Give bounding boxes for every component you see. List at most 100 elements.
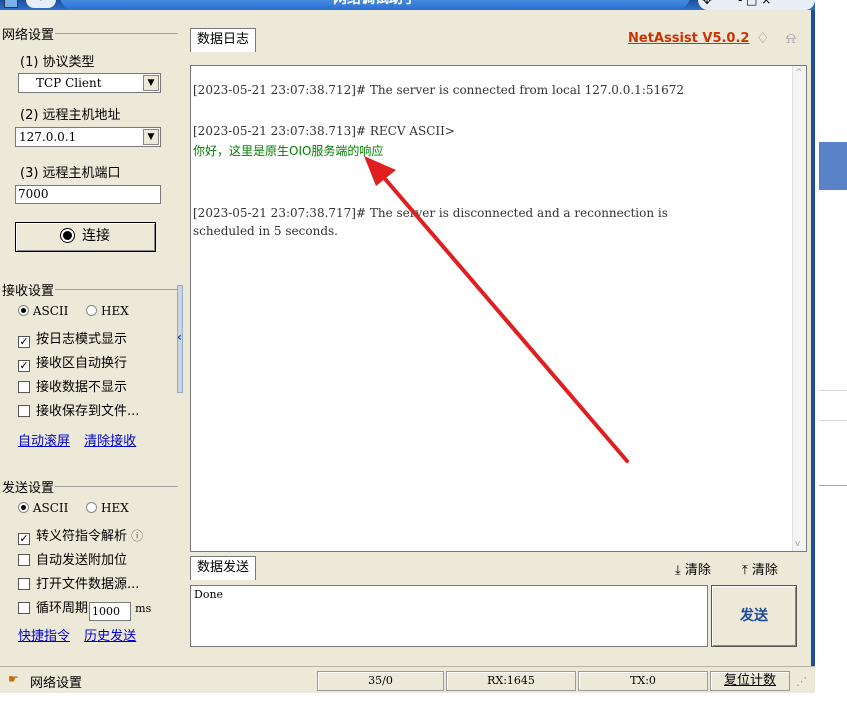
send-encoding-row: ASCII HEX bbox=[18, 501, 129, 515]
status-tx: TX:0 bbox=[578, 671, 708, 691]
title-bar[interactable]: ▾ 网络调试助手 ✥ - □ × bbox=[0, 0, 815, 10]
send-hex-radio[interactable] bbox=[86, 502, 98, 513]
log-scrollbar[interactable]: ^ v bbox=[792, 66, 806, 551]
background-window-edge bbox=[819, 0, 847, 704]
receive-settings-legend: 接收设置 bbox=[2, 284, 55, 299]
receive-encoding-row: ASCII HEX bbox=[18, 304, 129, 318]
receive-ascii-label: ASCII bbox=[32, 304, 69, 318]
window-title: 网络调试助手 bbox=[60, 0, 690, 10]
connect-button-label: 连接 bbox=[82, 228, 110, 244]
receive-option-label: 接收区自动换行 bbox=[36, 356, 128, 371]
receive-hex-radio[interactable] bbox=[86, 305, 98, 316]
send-option-label: 自动发送附加位 bbox=[36, 553, 128, 568]
receive-option-log-mode[interactable]: ✓ 按日志模式显示 bbox=[18, 328, 127, 348]
chevron-down-icon[interactable]: ▼ bbox=[143, 75, 159, 91]
receive-hex-label: HEX bbox=[101, 304, 129, 318]
pin-icon[interactable]: ✥ bbox=[702, 0, 712, 8]
checkbox-checked-icon[interactable]: ✓ bbox=[18, 533, 30, 545]
send-option-loop[interactable]: 循环周期 1000 ms bbox=[18, 597, 151, 621]
receive-option-label: 按日志模式显示 bbox=[36, 332, 128, 347]
receive-option-label: 接收保存到文件... bbox=[36, 404, 140, 419]
scroll-down-icon[interactable]: v bbox=[795, 539, 800, 549]
hand-pointer-icon: ☛ bbox=[8, 672, 19, 686]
main-window: 网络设置 (1) 协议类型 TCP Client ▼ (2) 远程主机地址 12… bbox=[0, 10, 815, 693]
clear-send-button[interactable]: ⤓ 清除 bbox=[675, 559, 711, 578]
receive-links: 自动滚屏 清除接收 bbox=[18, 430, 136, 449]
log-line: scheduled in 5 seconds. bbox=[193, 224, 338, 238]
protocol-label: (1) 协议类型 bbox=[20, 55, 95, 70]
host-label: (2) 远程主机地址 bbox=[20, 108, 121, 123]
receive-ascii-radio[interactable] bbox=[18, 305, 29, 316]
collapse-arrow-icon[interactable]: ‹ bbox=[177, 330, 182, 344]
protocol-select[interactable]: TCP Client ▼ bbox=[18, 73, 161, 93]
background-divider bbox=[819, 390, 847, 391]
quick-commands-link[interactable]: 快捷指令 bbox=[18, 629, 70, 644]
status-rx: RX:1645 bbox=[446, 671, 576, 691]
scroll-up-icon[interactable]: ^ bbox=[795, 68, 803, 78]
checkbox-icon[interactable] bbox=[18, 554, 30, 566]
send-option-append[interactable]: 自动发送附加位 bbox=[18, 549, 127, 568]
send-button[interactable]: 发送 bbox=[711, 585, 797, 647]
background-divider bbox=[819, 420, 847, 421]
send-option-label: 打开文件数据源... bbox=[36, 577, 140, 592]
tab-data-send[interactable]: 数据发送 bbox=[190, 556, 257, 580]
checkbox-icon[interactable] bbox=[18, 578, 30, 590]
receive-option-save-file[interactable]: 接收保存到文件... bbox=[18, 400, 139, 419]
panel-splitter[interactable]: ‹ bbox=[177, 285, 183, 393]
send-option-label: 转义符指令解析 bbox=[36, 529, 128, 544]
checkbox-checked-icon[interactable]: ✓ bbox=[18, 336, 30, 348]
port-label: (3) 远程主机端口 bbox=[20, 166, 121, 181]
checkbox-icon[interactable] bbox=[18, 405, 30, 417]
send-ascii-label: ASCII bbox=[32, 501, 69, 515]
send-links: 快捷指令 历史发送 bbox=[18, 625, 136, 644]
send-option-escape[interactable]: ✓ 转义符指令解析 ⓘ bbox=[18, 525, 143, 545]
resize-grip-icon[interactable]: ⋰ bbox=[796, 675, 807, 688]
loop-period-unit: ms bbox=[135, 602, 152, 615]
connect-status-icon bbox=[61, 229, 74, 242]
tab-data-log[interactable]: 数据日志 bbox=[190, 28, 257, 52]
host-select[interactable]: 127.0.0.1 ▼ bbox=[15, 127, 161, 147]
receive-option-auto-wrap[interactable]: ✓ 接收区自动换行 bbox=[18, 352, 127, 372]
port-input[interactable]: 7000 bbox=[15, 185, 161, 204]
background-window-accent bbox=[819, 142, 847, 190]
clear-all-button[interactable]: ⤒ 清除 bbox=[742, 559, 778, 578]
send-ascii-radio[interactable] bbox=[18, 502, 29, 513]
send-input[interactable]: Done bbox=[190, 585, 708, 647]
bell-icon[interactable]: ⍾ bbox=[786, 29, 796, 47]
diamond-icon[interactable]: ♢ bbox=[756, 29, 769, 47]
log-area[interactable]: [2023-05-21 23:07:38.712]# The server is… bbox=[190, 65, 807, 552]
log-line: [2023-05-21 23:07:38.713]# RECV ASCII> bbox=[193, 124, 455, 138]
clear-all-label: 清除 bbox=[751, 563, 778, 578]
log-line: [2023-05-21 23:07:38.717]# The server is… bbox=[193, 206, 668, 220]
info-icon[interactable]: ⓘ bbox=[131, 529, 143, 543]
loop-period-input[interactable]: 1000 bbox=[89, 602, 132, 621]
clear-receive-link[interactable]: 清除接收 bbox=[84, 434, 136, 449]
status-label: 网络设置 bbox=[30, 676, 83, 691]
checkbox-checked-icon[interactable]: ✓ bbox=[18, 360, 30, 372]
window-controls[interactable]: ✥ - □ × bbox=[698, 0, 815, 10]
connect-button[interactable]: 连接 bbox=[15, 222, 156, 252]
send-option-file-source[interactable]: 打开文件数据源... bbox=[18, 573, 139, 592]
app-root: ▾ 网络调试助手 ✥ - □ × 网络设置 (1) 协议类型 TCP Clien… bbox=[0, 0, 847, 704]
host-select-value: 127.0.0.1 bbox=[19, 130, 77, 144]
clear-send-label: 清除 bbox=[684, 563, 711, 578]
brand-link[interactable]: NetAssist V5.0.2 bbox=[628, 31, 749, 46]
send-settings-legend: 发送设置 bbox=[2, 481, 55, 496]
log-line-received: 你好，这里是原生OIO服务端的响应 bbox=[193, 144, 384, 158]
send-option-label: 循环周期 bbox=[36, 601, 89, 616]
send-history-link[interactable]: 历史发送 bbox=[84, 629, 136, 644]
menu-dropdown-icon[interactable]: ▾ bbox=[26, 0, 56, 8]
status-count: 35/0 bbox=[317, 671, 444, 691]
network-settings-legend: 网络设置 bbox=[2, 28, 55, 43]
clear-down-icon: ⤓ bbox=[675, 563, 681, 578]
clear-up-icon: ⤒ bbox=[742, 563, 748, 578]
send-hex-label: HEX bbox=[101, 501, 129, 515]
reset-count-button[interactable]: 复位计数 bbox=[710, 671, 790, 691]
checkbox-icon[interactable] bbox=[18, 602, 30, 614]
auto-scroll-link[interactable]: 自动滚屏 bbox=[18, 434, 70, 449]
checkbox-icon[interactable] bbox=[18, 381, 30, 393]
receive-option-hide-data[interactable]: 接收数据不显示 bbox=[18, 376, 127, 395]
system-buttons[interactable]: - □ × bbox=[738, 0, 771, 8]
app-icon[interactable] bbox=[4, 0, 18, 8]
chevron-down-icon[interactable]: ▼ bbox=[143, 129, 159, 145]
